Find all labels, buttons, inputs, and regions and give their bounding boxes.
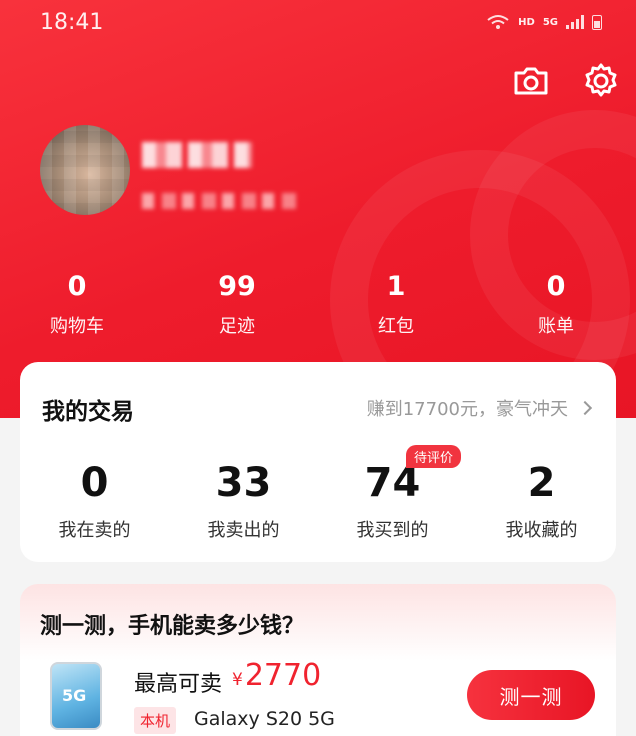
trade-label: 我在卖的 — [58, 520, 131, 541]
user-subtitle-redacted — [142, 193, 302, 209]
profile-header: 18:41 HD 5G 0 购物车 99 足迹 1 红包 0 账单 — [0, 0, 636, 418]
stat-label: 足迹 — [219, 316, 255, 337]
trade-label: 我卖出的 — [207, 520, 280, 541]
stat-value: 0 — [67, 271, 87, 302]
username-redacted — [142, 142, 252, 168]
price-label: 最高可卖 — [134, 672, 223, 697]
status-bar: 18:41 HD 5G — [0, 0, 636, 50]
trade-summary: 赚到17700元，豪气冲天 — [366, 399, 568, 420]
trade-label: 我收藏的 — [505, 520, 578, 541]
stat-footprint[interactable]: 99 足迹 — [187, 268, 287, 338]
card-title: 我的交易 — [42, 399, 134, 425]
hd-indicator: HD — [518, 16, 535, 28]
trade-value: 33 — [215, 460, 272, 506]
avatar[interactable] — [40, 125, 130, 215]
trade-sold[interactable]: 33 我卖出的 — [169, 460, 318, 542]
stat-value: 0 — [546, 271, 566, 302]
stat-label: 账单 — [538, 316, 574, 337]
chevron-right-icon — [577, 400, 593, 416]
signal-icon — [566, 15, 584, 29]
trade-label: 我买到的 — [356, 520, 429, 541]
trade-value: 2 — [527, 460, 556, 506]
stat-cart[interactable]: 0 购物车 — [27, 268, 127, 338]
estimate-button[interactable]: 测一测 — [467, 670, 595, 720]
stat-label: 红包 — [378, 316, 414, 337]
camera-icon[interactable] — [510, 60, 552, 102]
trade-value: 0 — [80, 460, 109, 506]
phone-image: 5G — [50, 662, 102, 730]
battery-icon — [592, 14, 602, 30]
stat-red-packet[interactable]: 1 红包 — [346, 268, 446, 338]
status-time: 18:41 — [40, 10, 104, 35]
device-model: Galaxy S20 5G — [194, 708, 335, 730]
trade-stats-row: 0 我在卖的 33 我卖出的 待评价 74 我买到的 2 我收藏的 — [20, 445, 616, 542]
stat-value: 99 — [218, 271, 256, 302]
trade-favorites[interactable]: 2 我收藏的 — [467, 460, 616, 542]
trade-bought[interactable]: 待评价 74 我买到的 — [318, 445, 467, 542]
estimate-title: 测一测，手机能卖多少钱？ — [40, 614, 305, 639]
my-trades-card: 我的交易 赚到17700元，豪气冲天 0 我在卖的 33 我卖出的 待评价 74… — [20, 362, 616, 562]
trade-summary-link[interactable]: 赚到17700元，豪气冲天 — [366, 395, 593, 421]
cellular-label: 5G — [542, 16, 558, 28]
pending-review-badge: 待评价 — [406, 445, 462, 468]
stat-label: 购物车 — [50, 316, 104, 337]
status-icons: HD 5G — [486, 14, 602, 30]
stat-bill[interactable]: 0 账单 — [506, 268, 606, 338]
gear-icon[interactable] — [580, 60, 622, 102]
stat-value: 1 — [386, 271, 406, 302]
wifi-icon — [487, 15, 509, 29]
phone-5g-label: 5G — [62, 686, 87, 705]
this-device-tag: 本机 — [134, 707, 177, 734]
trade-selling[interactable]: 0 我在卖的 — [20, 460, 169, 542]
price: ¥ 2770 — [232, 658, 321, 693]
price-value: 2770 — [244, 658, 322, 693]
phone-estimate-card: 测一测，手机能卖多少钱？ 5G 最高可卖 ¥ 2770 本机 Galaxy S2… — [20, 584, 616, 736]
currency-symbol: ¥ — [232, 670, 243, 690]
